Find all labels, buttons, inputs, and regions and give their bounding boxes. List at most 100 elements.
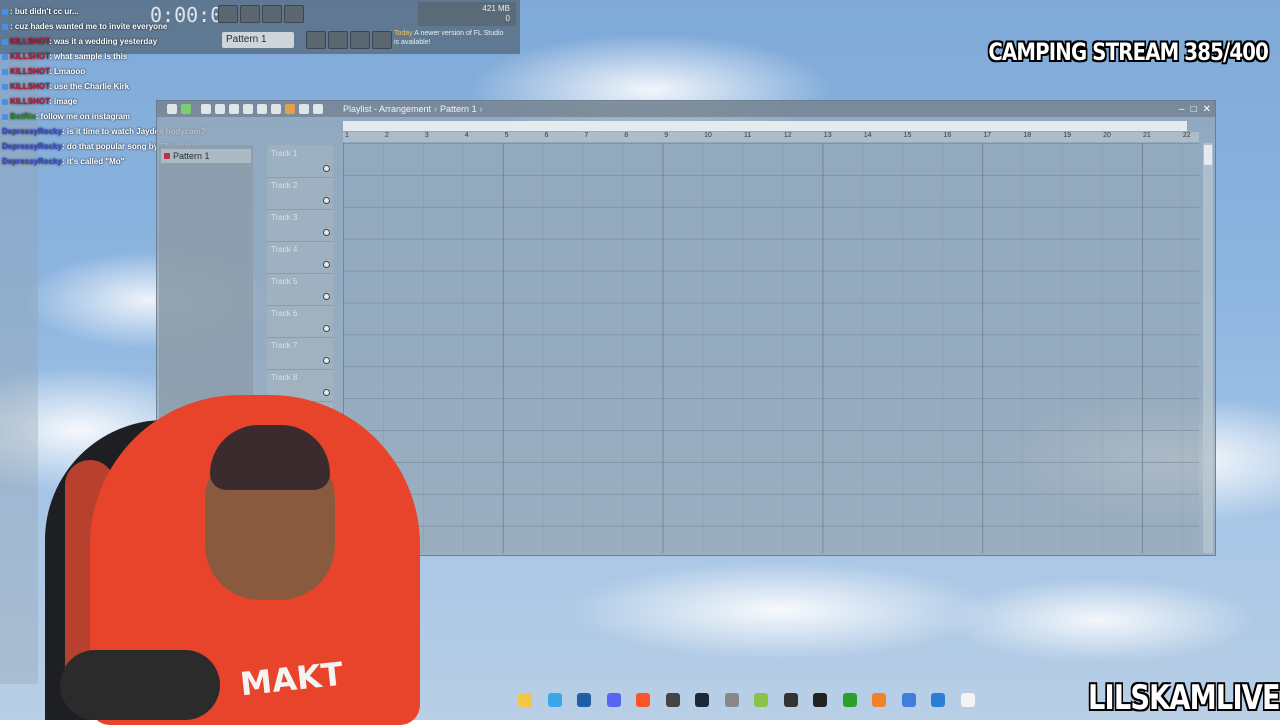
- track-header[interactable]: Track 6: [267, 305, 333, 338]
- badge-icon: [2, 53, 8, 60]
- microphone: [60, 650, 220, 720]
- brush-icon[interactable]: [215, 104, 225, 114]
- ruler-bar-number: 4: [464, 132, 469, 139]
- select-icon[interactable]: [285, 104, 295, 114]
- tempo-button[interactable]: [284, 5, 304, 23]
- track-mute-icon[interactable]: [323, 229, 330, 236]
- pencil-icon[interactable]: [201, 104, 211, 114]
- ruler-bar-number: 15: [903, 132, 912, 139]
- track-mute-icon[interactable]: [323, 357, 330, 364]
- mute-icon[interactable]: [243, 104, 253, 114]
- ruler-bar-number: 21: [1143, 132, 1151, 139]
- chat-message: KILLSHOT: use the Charlie Kirk: [2, 79, 242, 94]
- track-mute-icon[interactable]: [323, 197, 330, 204]
- fl-studio-icon[interactable]: [872, 693, 886, 707]
- arrangement-grid[interactable]: [343, 143, 1199, 553]
- track-header[interactable]: Track 4: [267, 241, 333, 274]
- track-header[interactable]: Track 2: [267, 177, 333, 210]
- ruler-bar-number: 18: [1023, 132, 1032, 139]
- timeline-ruler[interactable]: 1 2 3 4 5 6 7 8 9 10 11 12 13 14 15 16 17 18 19 20 21 22: [343, 132, 1199, 142]
- link-icon[interactable]: [372, 31, 392, 49]
- playlist-pattern-text: Pattern 1: [440, 104, 477, 114]
- bluestacks-icon[interactable]: [754, 693, 768, 707]
- close-icon[interactable]: ✕: [1203, 104, 1211, 115]
- ruler-bar-number: 19: [1063, 132, 1071, 139]
- capcut-icon[interactable]: [813, 693, 827, 707]
- playlist-titlebar[interactable]: Playlist - Arrangement › Pattern 1 › – □ ✕: [157, 101, 1215, 117]
- xbox-icon[interactable]: [842, 693, 857, 707]
- photos-icon[interactable]: [931, 693, 945, 707]
- badge-icon: [2, 98, 8, 105]
- badge-icon: [2, 113, 8, 120]
- ruler-bar-number: 20: [1103, 132, 1111, 139]
- menu-arrow-icon[interactable]: [167, 104, 177, 114]
- memory-readout: 421 MB: [482, 4, 510, 13]
- minimize-icon[interactable]: –: [1179, 104, 1185, 115]
- ruler-bar-number: 17: [983, 132, 992, 139]
- store-icon[interactable]: [547, 693, 562, 707]
- ruler-bar-number: 12: [783, 132, 792, 139]
- zoom-icon[interactable]: [299, 104, 309, 114]
- track-mute-icon[interactable]: [323, 389, 330, 396]
- alt-button[interactable]: [350, 31, 370, 49]
- counter-readout: 0: [505, 14, 510, 23]
- track-header[interactable]: Track 5: [267, 273, 333, 306]
- photoshop-icon[interactable]: [577, 693, 591, 707]
- track-header[interactable]: Track 1: [267, 145, 333, 178]
- track-name: Track 8: [271, 373, 298, 382]
- chat-username: DepressyRocky: [2, 157, 63, 166]
- ruler-bar-number: 10: [704, 132, 712, 139]
- record-button[interactable]: [262, 5, 282, 23]
- ruler-bar-number: 13: [823, 132, 832, 139]
- folder-icon[interactable]: [518, 693, 532, 707]
- vertical-scrollbar[interactable]: [1203, 143, 1213, 553]
- badge-icon: [2, 23, 8, 30]
- ruler-bar-number: 9: [664, 132, 669, 139]
- discord-icon[interactable]: [606, 693, 621, 707]
- delete-icon[interactable]: [229, 104, 239, 114]
- chat-text: : what sample is this: [49, 52, 128, 61]
- chat-username: KILLSHOT: [10, 97, 50, 106]
- track-mute-icon[interactable]: [323, 293, 330, 300]
- steam-icon[interactable]: [695, 693, 709, 707]
- chat-username: KILLSHOT: [10, 67, 50, 76]
- ruler-bar-number: 3: [424, 132, 429, 139]
- chat-text: : it's called "Mo": [62, 157, 125, 166]
- ruler-bar-number: 11: [744, 132, 752, 139]
- magnet-icon[interactable]: [181, 104, 191, 114]
- ruler-bar-number: 2: [384, 132, 389, 139]
- update-notice[interactable]: Today A newer version of FL Studio is av…: [394, 29, 504, 51]
- snap-button[interactable]: [306, 31, 326, 49]
- chat-text: : use the Charlie Kirk: [49, 82, 130, 91]
- 4k-icon[interactable]: [783, 693, 798, 707]
- track-header[interactable]: Track 7: [267, 337, 333, 370]
- playback-icon[interactable]: [313, 104, 323, 114]
- slip-icon[interactable]: [257, 104, 267, 114]
- badge-icon: [2, 83, 8, 90]
- track-header[interactable]: Track 3: [267, 209, 333, 242]
- ctrl-button[interactable]: [328, 31, 348, 49]
- horizontal-scrollbar[interactable]: [343, 121, 1187, 131]
- notepad-icon[interactable]: [901, 693, 916, 707]
- slice-icon[interactable]: [271, 104, 281, 114]
- chat-message: KILLSHOT: Lmaooo: [2, 64, 242, 79]
- pattern-item[interactable]: Pattern 1: [161, 149, 251, 163]
- chat-text: : follow me on instagram: [35, 112, 131, 121]
- file-icon[interactable]: [960, 693, 975, 707]
- track-mute-icon[interactable]: [323, 165, 330, 172]
- track-mute-icon[interactable]: [323, 261, 330, 268]
- track-mute-icon[interactable]: [323, 325, 330, 332]
- keyboard-icon[interactable]: [724, 693, 739, 707]
- brave-icon[interactable]: [636, 693, 650, 707]
- playlist-title: Playlist - Arrangement › Pattern 1 ›: [343, 104, 483, 114]
- track-name: Track 1: [271, 149, 298, 158]
- stop-button[interactable]: [240, 5, 260, 23]
- ruler-bar-number: 6: [544, 132, 549, 139]
- chat-message: KILLSHOT: what sample is this: [2, 49, 242, 64]
- chat-text: : image: [49, 97, 78, 106]
- playlist-title-text: Playlist - Arrangement: [343, 104, 432, 114]
- maximize-icon[interactable]: □: [1191, 104, 1197, 115]
- ruler-bar-number: 1: [345, 132, 349, 139]
- obs-icon[interactable]: [665, 693, 680, 707]
- track-name: Track 7: [271, 341, 298, 350]
